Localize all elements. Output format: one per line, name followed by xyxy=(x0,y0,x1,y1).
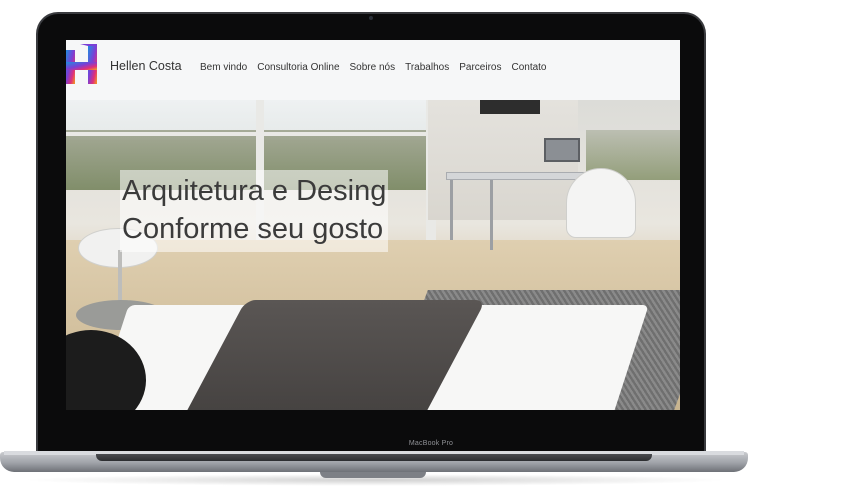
nav-item-contato[interactable]: Contato xyxy=(511,62,546,73)
wall-art xyxy=(480,100,540,114)
laptop-hinge xyxy=(96,454,652,461)
device-brand-label: MacBook Pro xyxy=(408,440,454,447)
site-name[interactable]: Hellen Costa xyxy=(110,59,182,73)
window-frame xyxy=(66,132,426,136)
desk-leg xyxy=(450,180,453,240)
logo-icon[interactable] xyxy=(66,44,100,86)
camera-icon xyxy=(369,16,373,20)
nav-item-trabalhos[interactable]: Trabalhos xyxy=(405,62,449,73)
browser-screen: Hellen Costa Bem vindo Consultoria Onlin… xyxy=(66,40,680,410)
navbar: Hellen Costa Bem vindo Consultoria Onlin… xyxy=(66,40,680,100)
chair xyxy=(566,168,636,238)
desk-leg xyxy=(490,180,493,250)
monitor-icon xyxy=(544,138,580,162)
hero-line-1: Arquitetura e Desing xyxy=(122,175,387,207)
laptop-notch xyxy=(320,472,426,478)
nav-item-bem-vindo[interactable]: Bem vindo xyxy=(200,62,247,73)
hero-headline: Arquitetura e Desing Conforme seu gosto xyxy=(120,170,389,252)
nav-item-parceiros[interactable]: Parceiros xyxy=(459,62,501,73)
main-nav: Bem vindo Consultoria Online Sobre nós T… xyxy=(200,62,547,73)
nav-item-sobre-nos[interactable]: Sobre nós xyxy=(350,62,396,73)
hero-line-2: Conforme seu gosto xyxy=(122,213,384,245)
nav-item-consultoria-online[interactable]: Consultoria Online xyxy=(257,62,339,73)
hero-banner: Arquitetura e Desing Conforme seu gosto xyxy=(66,100,680,410)
